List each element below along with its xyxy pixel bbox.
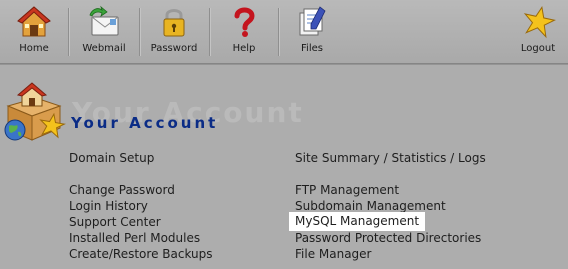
link-domain-setup[interactable]: Domain Setup — [69, 150, 154, 166]
toolbar-shadow-line — [0, 63, 568, 65]
top-toolbar: Home Webmail Password Help Files Logout — [0, 0, 568, 63]
toolbar-webmail-button[interactable]: Webmail — [70, 0, 138, 63]
star-icon — [520, 5, 556, 39]
link-create-restore-backups[interactable]: Create/Restore Backups — [69, 246, 213, 262]
link-login-history[interactable]: Login History — [69, 198, 148, 214]
toolbar-divider — [209, 8, 210, 56]
page-title: Your Account — [71, 114, 219, 132]
toolbar-password-label: Password — [150, 43, 198, 54]
toolbar-divider — [278, 8, 279, 56]
link-mysql-management[interactable]: MySQL Management — [289, 212, 426, 231]
home-icon — [16, 5, 52, 39]
link-ftp-management[interactable]: FTP Management — [295, 182, 399, 198]
link-site-summary-statistics-logs[interactable]: Site Summary / Statistics / Logs — [295, 150, 486, 166]
lock-icon — [156, 5, 192, 39]
webmail-icon — [86, 5, 122, 39]
files-icon — [294, 5, 330, 39]
toolbar-help-button[interactable]: Help — [211, 0, 277, 63]
toolbar-files-label: Files — [301, 43, 323, 54]
toolbar-logout-label: Logout — [520, 43, 556, 54]
toolbar-home-button[interactable]: Home — [2, 0, 66, 63]
link-change-password[interactable]: Change Password — [69, 182, 175, 198]
link-file-manager[interactable]: File Manager — [295, 246, 372, 262]
toolbar-password-button[interactable]: Password — [141, 0, 207, 63]
toolbar-help-label: Help — [232, 43, 256, 54]
toolbar-webmail-label: Webmail — [82, 43, 126, 54]
toolbar-home-label: Home — [19, 43, 49, 54]
link-support-center[interactable]: Support Center — [69, 214, 161, 230]
link-installed-perl-modules[interactable]: Installed Perl Modules — [69, 230, 200, 246]
question-mark-icon — [226, 5, 262, 39]
toolbar-divider — [139, 8, 140, 56]
house-box-globe-star-logo — [2, 80, 68, 146]
toolbar-files-button[interactable]: Files — [280, 0, 344, 63]
toolbar-logout-button[interactable]: Logout — [506, 0, 568, 63]
toolbar-divider — [68, 8, 69, 56]
link-password-protected-directories[interactable]: Password Protected Directories — [295, 230, 481, 246]
